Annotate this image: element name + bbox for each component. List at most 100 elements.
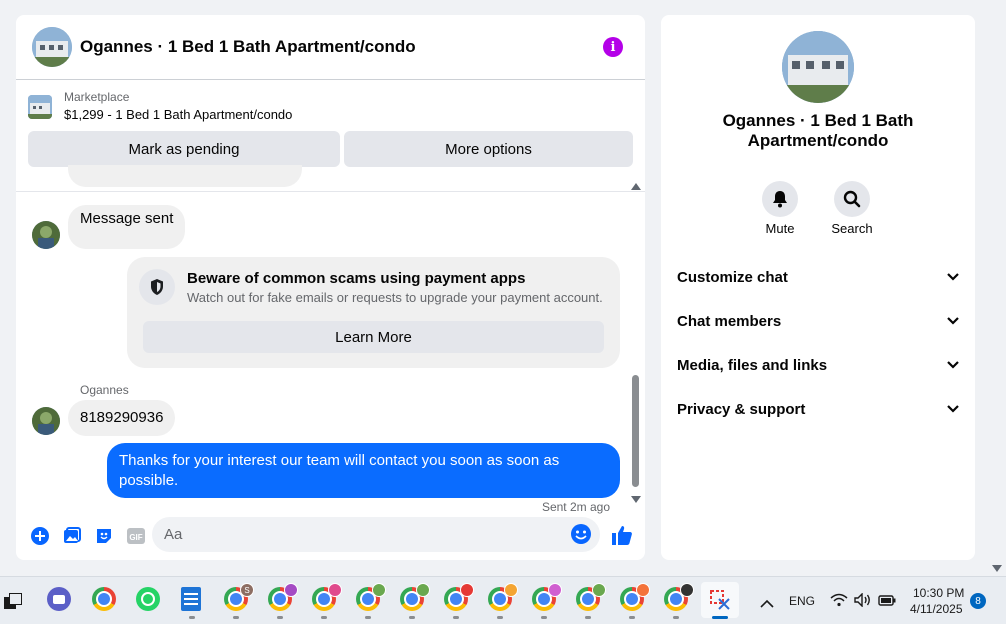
search-icon[interactable]: [834, 181, 870, 217]
section-label: Privacy & support: [677, 400, 806, 418]
more-options-button[interactable]: More options: [344, 131, 633, 167]
running-indicator: [189, 616, 195, 619]
section-privacy-support[interactable]: Privacy & support: [677, 393, 959, 425]
profile-avatar-icon: [680, 583, 694, 597]
active-indicator: [712, 616, 728, 619]
profile-avatar-icon: [592, 583, 606, 597]
chrome-profile-icon[interactable]: [356, 583, 386, 613]
section-chat-members[interactable]: Chat members: [677, 305, 959, 337]
sender-avatar[interactable]: [32, 407, 60, 435]
listing-avatar[interactable]: [32, 27, 72, 67]
chrome-profile-icon[interactable]: [400, 583, 430, 613]
chrome-profile-icon[interactable]: S: [224, 583, 254, 613]
section-label: Customize chat: [677, 268, 788, 286]
scam-warning-title: Beware of common scams using payment app…: [187, 270, 526, 287]
search-action[interactable]: Search: [822, 181, 882, 236]
notepad-icon[interactable]: [181, 587, 207, 613]
snipping-tool-icon[interactable]: [701, 582, 739, 618]
chrome-icon[interactable]: [92, 587, 118, 613]
sticker-icon[interactable]: [94, 526, 114, 546]
chrome-profile-icon[interactable]: [444, 583, 474, 613]
clock-time[interactable]: 10:30 PM: [913, 586, 964, 600]
chevron-up-icon[interactable]: [760, 595, 774, 613]
running-indicator: [453, 616, 459, 619]
chrome-profile-icon[interactable]: [488, 583, 518, 613]
running-indicator: [541, 616, 547, 619]
profile-badge: S: [240, 583, 254, 597]
sender-avatar[interactable]: [32, 221, 60, 249]
running-indicator: [277, 616, 283, 619]
section-customize-chat[interactable]: Customize chat: [677, 261, 959, 293]
chrome-profile-icon[interactable]: [532, 583, 562, 613]
listing-source: Marketplace: [64, 90, 130, 104]
profile-avatar[interactable]: [782, 31, 854, 103]
message-input[interactable]: Aa: [152, 517, 600, 552]
chrome-profile-icon[interactable]: [268, 583, 298, 613]
section-label: Chat members: [677, 312, 782, 330]
profile-avatar-icon: [460, 583, 474, 597]
chevron-down-icon: [947, 273, 959, 281]
chrome-profile-icon[interactable]: [620, 583, 650, 613]
clock-date[interactable]: 4/11/2025: [910, 602, 963, 616]
scam-warning-subtitle: Watch out for fake emails or requests to…: [187, 290, 603, 305]
like-icon[interactable]: [611, 524, 633, 551]
profile-avatar-icon: [416, 583, 430, 597]
scroll-up-icon[interactable]: [631, 183, 641, 190]
shield-icon: [139, 269, 175, 305]
listing-thumbnail[interactable]: [28, 95, 52, 119]
chevron-down-icon: [947, 317, 959, 325]
mute-action[interactable]: Mute: [750, 181, 810, 236]
notification-badge[interactable]: 8: [970, 593, 986, 609]
chrome-profile-icon[interactable]: [664, 583, 694, 613]
running-indicator: [365, 616, 371, 619]
running-indicator: [673, 616, 679, 619]
section-label: Media, files and links: [677, 356, 828, 374]
svg-text:GIF: GIF: [129, 533, 142, 542]
message-input-placeholder: Aa: [164, 526, 183, 543]
photo-icon[interactable]: [62, 526, 82, 546]
listing-price-title[interactable]: $1,299 - 1 Bed 1 Bath Apartment/condo: [64, 105, 292, 125]
battery-icon[interactable]: [878, 593, 896, 612]
section-media-files-links[interactable]: Media, files and links: [677, 349, 959, 381]
message-bubble-incoming[interactable]: 8189290936: [68, 400, 176, 436]
chat-info-panel: Ogannes · 1 Bed 1 Bath Apartment/condo M…: [661, 15, 975, 560]
learn-more-button[interactable]: Learn More: [143, 321, 604, 353]
scrollbar-thumb[interactable]: [632, 375, 639, 487]
profile-avatar-icon: [328, 583, 342, 597]
volume-icon[interactable]: [854, 592, 872, 612]
chat-panel: Ogannes · 1 Bed 1 Bath Apartment/condo i…: [16, 15, 645, 560]
bell-icon[interactable]: [762, 181, 798, 217]
wifi-icon[interactable]: [830, 593, 848, 612]
message-list[interactable]: Message sent Beware of common scams usin…: [16, 165, 645, 514]
whatsapp-icon[interactable]: [136, 587, 162, 613]
page-scroll-down-icon[interactable]: [992, 565, 1002, 572]
plus-circle-icon[interactable]: [30, 526, 50, 546]
chrome-profile-icon[interactable]: [312, 583, 342, 613]
chat-header: Ogannes · 1 Bed 1 Bath Apartment/condo i: [16, 15, 645, 80]
profile-avatar-icon: [284, 583, 298, 597]
message-composer: GIF Aa: [16, 512, 645, 560]
gif-icon[interactable]: GIF: [126, 526, 146, 546]
profile-name: Ogannes · 1 Bed 1 Bath Apartment/condo: [722, 111, 914, 150]
emoji-icon[interactable]: [570, 523, 592, 549]
profile-avatar-icon: [636, 583, 650, 597]
language-indicator[interactable]: ENG: [789, 594, 815, 608]
chevron-down-icon: [947, 405, 959, 413]
running-indicator: [321, 616, 327, 619]
message-bubble-outgoing[interactable]: Thanks for your interest our team will c…: [107, 443, 620, 498]
mute-label: Mute: [765, 221, 795, 236]
message-bubble-incoming[interactable]: Message sent: [68, 205, 186, 249]
sender-name: Ogannes: [80, 383, 129, 397]
message-scrollbar[interactable]: [631, 183, 641, 503]
task-view-icon[interactable]: [4, 593, 22, 609]
taskbar: S ENG 10:30 PM 4/11/2025 8: [0, 576, 1006, 624]
chat-title: Ogannes · 1 Bed 1 Bath Apartment/condo: [80, 37, 416, 56]
profile-avatar-icon: [504, 583, 518, 597]
chrome-profile-icon[interactable]: [576, 583, 606, 613]
info-icon[interactable]: i: [603, 37, 623, 57]
chevron-down-icon: [947, 361, 959, 369]
scam-warning-card: Beware of common scams using payment app…: [127, 257, 620, 368]
mark-as-pending-button[interactable]: Mark as pending: [28, 131, 340, 167]
meet-app-icon[interactable]: [47, 587, 73, 613]
scroll-down-icon[interactable]: [631, 496, 641, 503]
